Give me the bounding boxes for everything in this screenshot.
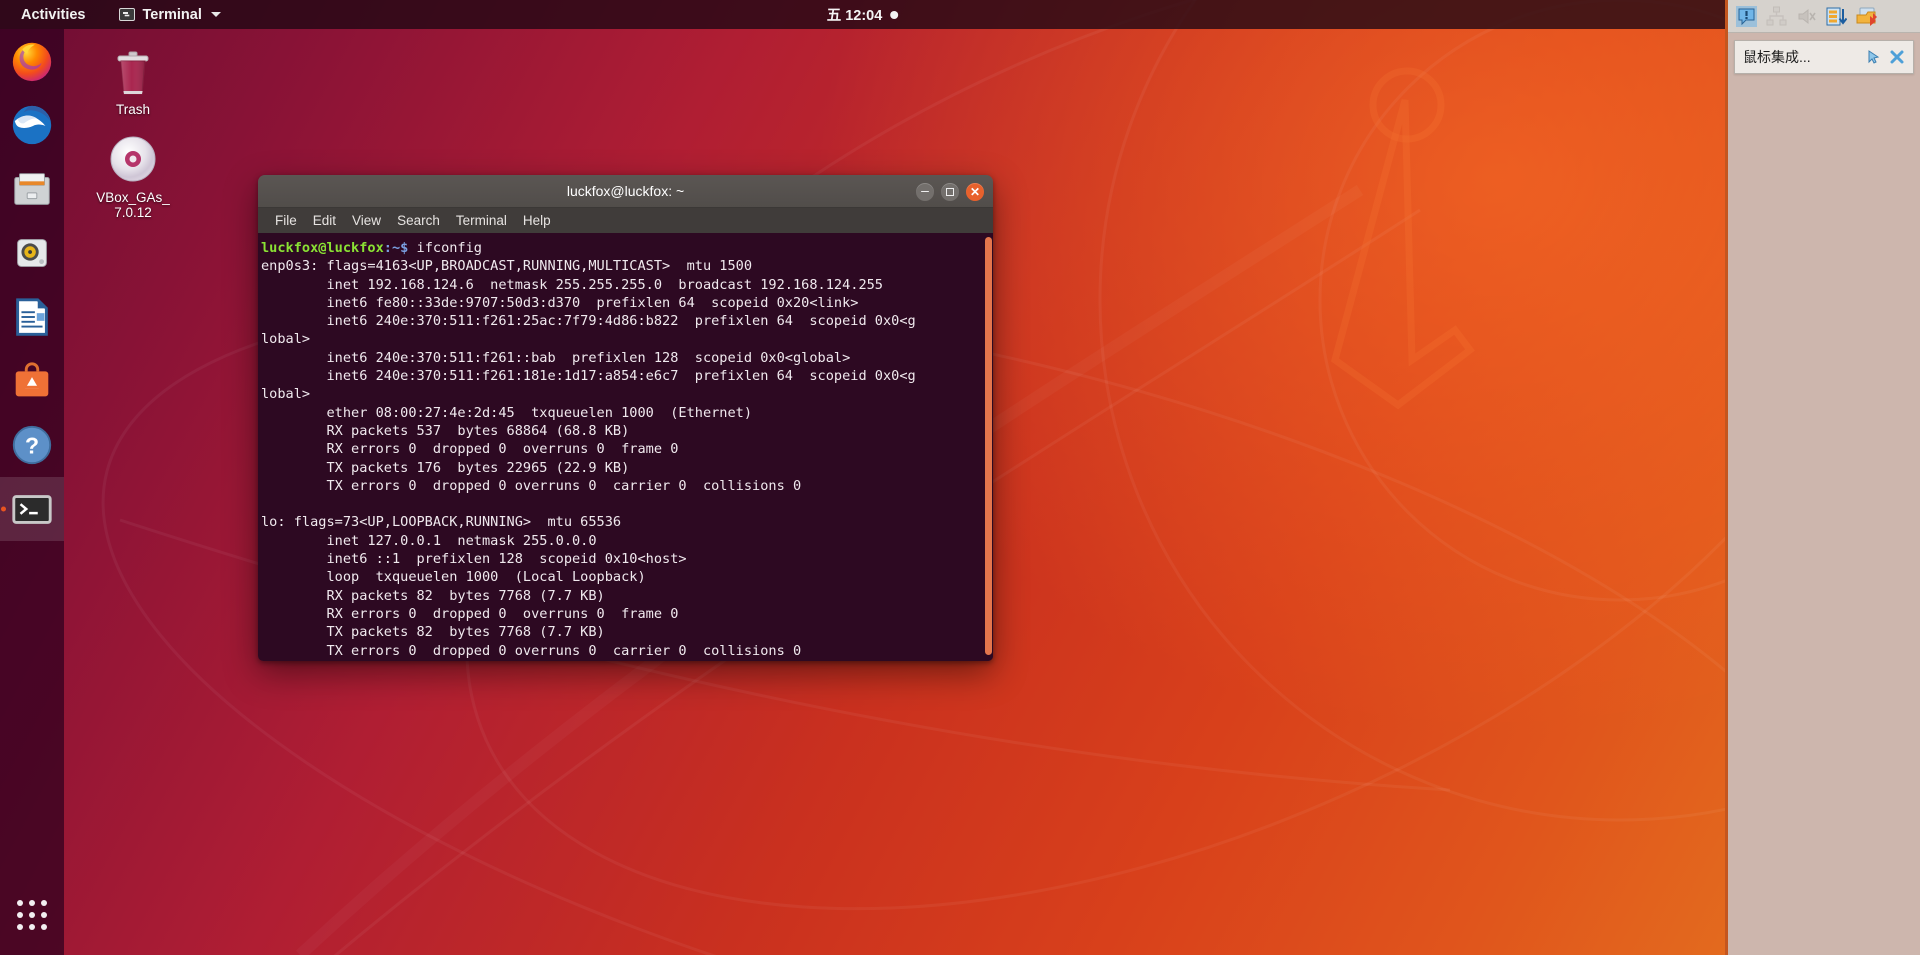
terminal-titlebar[interactable]: luckfox@luckfox: ~ ✕ xyxy=(258,175,993,208)
music-player-icon xyxy=(17,239,47,267)
terminal-text: luckfox@luckfox:~$ ifconfig enp0s3: flag… xyxy=(261,239,993,660)
virtualbox-status-icons xyxy=(1728,0,1920,33)
show-applications-button[interactable] xyxy=(0,883,64,947)
activities-button[interactable]: Activities xyxy=(12,4,94,26)
grid-dots-icon xyxy=(17,900,47,930)
trash-can-icon xyxy=(78,40,188,102)
ubuntu-dock: ? xyxy=(0,29,64,955)
svg-text:?: ? xyxy=(25,433,39,459)
desktop-icon-label: Trash xyxy=(115,102,150,117)
clock-label: 五 12:04 xyxy=(826,8,883,24)
dock-item-terminal[interactable] xyxy=(0,477,64,541)
menu-search[interactable]: Search xyxy=(389,211,448,230)
dock-item-thunderbird[interactable] xyxy=(0,93,64,157)
app-menu-terminal[interactable]: Terminal xyxy=(110,4,229,26)
shell-prompt-user: luckfox@luckfox xyxy=(261,240,384,256)
menu-file[interactable]: File xyxy=(267,211,305,230)
recording-dot-icon xyxy=(890,10,899,19)
desktop-icon-vbox-guest-additions[interactable]: VBox_GAs_ 7.0.12 xyxy=(78,128,188,220)
maximize-icon xyxy=(946,187,954,196)
notification-bubble-icon[interactable] xyxy=(1736,5,1757,27)
close-icon: ✕ xyxy=(969,184,981,199)
shell-command: ifconfig xyxy=(408,240,483,256)
dock-item-files[interactable] xyxy=(0,157,64,221)
activities-label: Activities xyxy=(21,6,86,23)
terminal-scrollbar[interactable] xyxy=(984,233,993,661)
ubuntu-desktop: Activities Terminal 五 12:04 ? Trash VBox… xyxy=(0,0,1725,955)
minimize-icon xyxy=(921,190,929,193)
firefox-icon xyxy=(12,42,52,82)
menu-help[interactable]: Help xyxy=(515,211,559,230)
terminal-output-area[interactable]: luckfox@luckfox:~$ ifconfig enp0s3: flag… xyxy=(258,233,993,661)
shell-prompt-dir: :~$ xyxy=(383,240,409,256)
thunderbird-mail-icon xyxy=(12,105,52,145)
app-menu-label: Terminal xyxy=(142,6,202,23)
minimize-button[interactable] xyxy=(916,182,934,201)
menu-view[interactable]: View xyxy=(344,211,389,230)
scrollbar-thumb[interactable] xyxy=(985,237,992,655)
mouse-pointer-icon[interactable] xyxy=(1866,49,1882,65)
clock-menu[interactable]: 五 12:04 xyxy=(817,1,909,28)
virtualbox-host-panel: 鼠标集成... xyxy=(1725,0,1920,955)
chevron-down-icon xyxy=(210,12,221,17)
notification-text: 鼠标集成... xyxy=(1743,49,1811,65)
terminal-menubar: File Edit View Search Terminal Help xyxy=(258,208,993,233)
audio-muted-icon[interactable] xyxy=(1796,6,1817,27)
ifconfig-output: enp0s3: flags=4163<UP,BROADCAST,RUNNING,… xyxy=(261,258,916,659)
desktop-icon-trash[interactable]: Trash xyxy=(78,40,188,117)
terminal-icon xyxy=(119,8,136,21)
hard-disk-activity-icon[interactable] xyxy=(1826,6,1848,27)
window-controls: ✕ xyxy=(916,175,984,208)
network-icon[interactable] xyxy=(1766,6,1787,27)
terminal-icon xyxy=(12,495,52,524)
gnome-top-bar: Activities Terminal 五 12:04 xyxy=(0,0,1725,29)
terminal-title: luckfox@luckfox: ~ xyxy=(566,183,685,199)
mouse-integration-notification: 鼠标集成... xyxy=(1734,40,1914,74)
shared-folder-icon[interactable] xyxy=(1856,6,1877,27)
software-store-icon xyxy=(15,362,49,397)
menu-edit[interactable]: Edit xyxy=(305,211,344,230)
help-question-icon: ? xyxy=(12,425,52,465)
maximize-button[interactable] xyxy=(941,182,959,201)
terminal-window: luckfox@luckfox: ~ ✕ File Edit View Sear… xyxy=(258,175,993,661)
close-button[interactable]: ✕ xyxy=(966,182,984,201)
menu-terminal[interactable]: Terminal xyxy=(448,211,515,230)
document-writer-icon xyxy=(16,298,48,336)
file-manager-icon xyxy=(14,173,50,205)
dock-item-ubuntu-software[interactable] xyxy=(0,349,64,413)
dock-item-firefox[interactable] xyxy=(0,29,64,93)
dock-item-help[interactable]: ? xyxy=(0,413,64,477)
dock-item-rhythmbox[interactable] xyxy=(0,221,64,285)
dock-item-libreoffice-writer[interactable] xyxy=(0,285,64,349)
close-notification-icon[interactable] xyxy=(1889,49,1905,65)
optical-disc-icon xyxy=(78,128,188,190)
desktop-icon-label: VBox_GAs_ 7.0.12 xyxy=(96,190,170,220)
